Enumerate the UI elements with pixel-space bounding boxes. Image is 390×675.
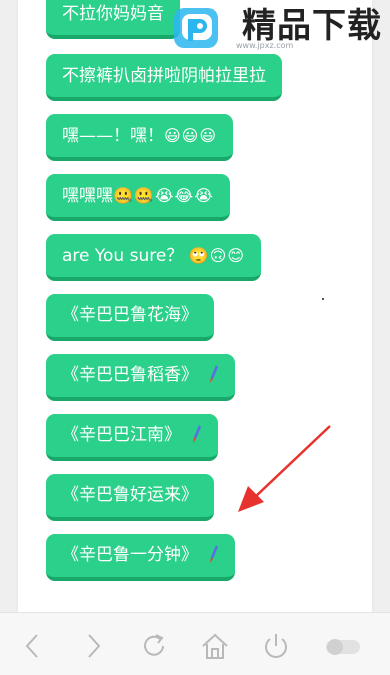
power-icon[interactable] — [261, 631, 291, 661]
toggle-switch[interactable] — [325, 631, 363, 661]
list-item[interactable]: 嘿——！嘿！😃😃😃 — [46, 114, 234, 161]
stray-dot — [322, 298, 324, 300]
list-item[interactable]: are You sure？ 🙄🙃😊 — [46, 234, 261, 281]
list-item-label: 《辛巴鲁好运来》 — [62, 485, 198, 505]
emoji-group: 🤐🤐😭😂😭 — [113, 186, 214, 205]
back-icon[interactable] — [18, 631, 48, 661]
list-item-label: 《辛巴巴鲁稻香》 — [62, 365, 198, 385]
rocket-icon — [210, 365, 219, 383]
list-item[interactable]: 嘿嘿嘿🤐🤐😭😂😭 — [46, 174, 230, 221]
list-item-label: 《辛巴巴鲁花海》 — [62, 305, 198, 325]
watermark-title: 精品下载 — [242, 6, 382, 46]
rocket-icon — [193, 425, 202, 443]
list-item[interactable]: 不拉你妈妈音 — [46, 0, 180, 39]
browser-toolbar — [0, 612, 390, 675]
list-item-label: 嘿——！嘿！ — [62, 126, 164, 146]
red-arrow-annotation — [238, 425, 331, 512]
list-item-label: 《辛巴巴江南》 — [62, 425, 181, 445]
home-icon[interactable] — [200, 631, 230, 661]
list-item[interactable]: 《辛巴巴鲁花海》 — [46, 294, 214, 341]
emoji-group: 😃😃😃 — [164, 126, 218, 145]
list-item[interactable]: 《辛巴鲁好运来》 — [46, 474, 214, 521]
watermark: 精品下载 www.jpxz.com — [172, 0, 390, 52]
list-item[interactable]: 《辛巴鲁一分钟》 — [46, 534, 236, 581]
emoji-group: 🙄🙃😊 — [188, 246, 245, 265]
list-item-label: are You sure？ — [62, 246, 184, 266]
refresh-icon[interactable] — [139, 631, 169, 661]
watermark-logo-icon — [174, 8, 218, 48]
list-item-label: 不擦裤扒卤拼啦阴帕拉里拉 — [62, 66, 266, 86]
forward-icon[interactable] — [78, 631, 108, 661]
list-item-label: 嘿嘿嘿 — [62, 186, 113, 206]
list-item[interactable]: 不擦裤扒卤拼啦阴帕拉里拉 — [46, 54, 282, 101]
list-item[interactable]: 《辛巴巴江南》 — [46, 414, 219, 461]
content-page: 不拉你妈妈音 不擦裤扒卤拼啦阴帕拉里拉 嘿——！嘿！😃😃😃 嘿嘿嘿🤐🤐😭😂😭 a… — [18, 0, 372, 612]
list-item[interactable]: 《辛巴巴鲁稻香》 — [46, 354, 236, 401]
watermark-url: www.jpxz.com — [236, 41, 294, 50]
list-item-label: 《辛巴鲁一分钟》 — [62, 545, 198, 565]
rocket-icon — [210, 545, 219, 563]
list-item-label: 不拉你妈妈音 — [62, 4, 164, 24]
